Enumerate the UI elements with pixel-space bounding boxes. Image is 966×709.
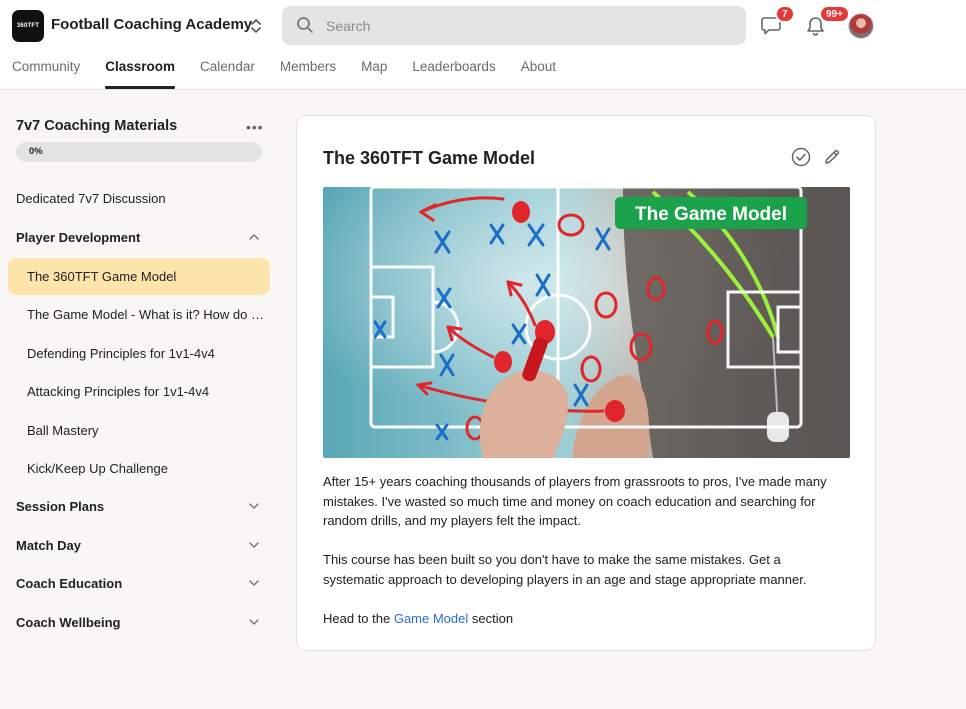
lesson-body: After 15+ years coaching thousands of pl… <box>323 472 833 648</box>
image-banner-text: The Game Model <box>635 204 787 225</box>
chat-badge: 7 <box>775 5 795 23</box>
community-logo[interactable]: 360TFT <box>12 10 44 42</box>
lesson-item-ball-mastery[interactable]: Ball Mastery <box>8 412 270 449</box>
lesson-title: The 360TFT Game Model <box>323 148 536 168</box>
section-coach-wellbeing[interactable]: Coach Wellbeing <box>8 604 270 641</box>
logo-text: 360TFT <box>16 23 40 29</box>
tab-calendar[interactable]: Calendar <box>200 58 255 89</box>
lesson-label: Defending Principles for 1v1-4v4 <box>27 346 215 361</box>
section-label: Player Development <box>16 230 141 245</box>
tab-map[interactable]: Map <box>361 58 387 89</box>
community-name[interactable]: Football Coaching Academy <box>51 16 252 33</box>
lesson-paragraph-2: This course has been built so you don't … <box>323 552 807 587</box>
top-bar: 360TFT Football Coaching Academy 7 99+ C… <box>0 0 966 90</box>
chevron-down-icon[interactable] <box>248 539 260 554</box>
tab-community[interactable]: Community <box>12 58 80 89</box>
search-bar[interactable] <box>282 6 746 45</box>
progress-text: 0% <box>29 146 43 157</box>
section-label: Match Day <box>16 538 82 553</box>
tab-about[interactable]: About <box>521 58 556 89</box>
section-session-plans[interactable]: Session Plans <box>8 488 270 525</box>
sidebar-item-label: Dedicated 7v7 Discussion <box>16 191 166 206</box>
section-label: Session Plans <box>16 499 105 514</box>
search-input[interactable] <box>326 6 726 45</box>
chevron-down-icon[interactable] <box>248 616 260 631</box>
lesson-item-defending-principles[interactable]: Defending Principles for 1v1-4v4 <box>8 335 270 372</box>
section-label: Coach Wellbeing <box>16 615 121 630</box>
tab-classroom[interactable]: Classroom <box>105 58 175 89</box>
edit-pencil-icon[interactable] <box>823 148 841 171</box>
course-progress-bar: 0% <box>16 142 262 162</box>
chevron-down-icon[interactable] <box>248 500 260 515</box>
lesson-paragraph-3: Head to the Game Model section <box>323 609 833 629</box>
lesson-label: Kick/Keep Up Challenge <box>27 461 168 476</box>
lesson-paragraph-1: After 15+ years coaching thousands of pl… <box>323 474 827 528</box>
game-model-link[interactable]: Game Model <box>394 611 468 626</box>
lesson-label: Ball Mastery <box>27 423 99 438</box>
search-icon <box>296 16 314 39</box>
lesson-card: The 360TFT Game Model The Game Model Aft… <box>296 115 876 651</box>
lesson-item-game-model-what-is-it[interactable]: The Game Model - What is it? How do we u… <box>8 296 270 333</box>
tab-members[interactable]: Members <box>280 58 336 89</box>
lesson-label: The 360TFT Game Model <box>27 269 177 284</box>
notifications-badge: 99+ <box>819 5 850 23</box>
course-title: 7v7 Coaching Materials <box>16 118 178 134</box>
chevron-up-icon[interactable] <box>248 231 260 246</box>
section-coach-education[interactable]: Coach Education <box>8 565 270 602</box>
course-sidebar: 7v7 Coaching Materials ••• 0% Dedicated … <box>0 91 278 709</box>
sidebar-item-7v7-discussion[interactable]: Dedicated 7v7 Discussion <box>8 180 270 217</box>
mark-complete-icon[interactable] <box>791 147 811 172</box>
user-avatar[interactable] <box>848 13 874 39</box>
lesson-item-attacking-principles[interactable]: Attacking Principles for 1v1-4v4 <box>8 373 270 410</box>
section-player-development[interactable]: Player Development <box>8 219 270 256</box>
lesson-item-360tft-game-model[interactable]: The 360TFT Game Model <box>8 258 270 295</box>
lesson-label: Attacking Principles for 1v1-4v4 <box>27 384 210 399</box>
community-switcher-icon[interactable] <box>247 16 265 36</box>
lesson-label: The Game Model - What is it? How do we u… <box>27 307 265 322</box>
lesson-cover-image: The Game Model <box>323 187 850 458</box>
main-nav: Community Classroom Calendar Members Map… <box>12 58 581 89</box>
more-options-icon[interactable]: ••• <box>246 119 264 135</box>
chevron-down-icon[interactable] <box>248 577 260 592</box>
tab-leaderboards[interactable]: Leaderboards <box>412 58 495 89</box>
lesson-item-kick-keep-up[interactable]: Kick/Keep Up Challenge <box>8 450 270 487</box>
paragraph-3-suffix: section <box>468 610 514 626</box>
section-label: Coach Education <box>16 576 123 591</box>
paragraph-3-prefix: Head to the <box>323 610 394 626</box>
section-match-day[interactable]: Match Day <box>8 527 270 564</box>
